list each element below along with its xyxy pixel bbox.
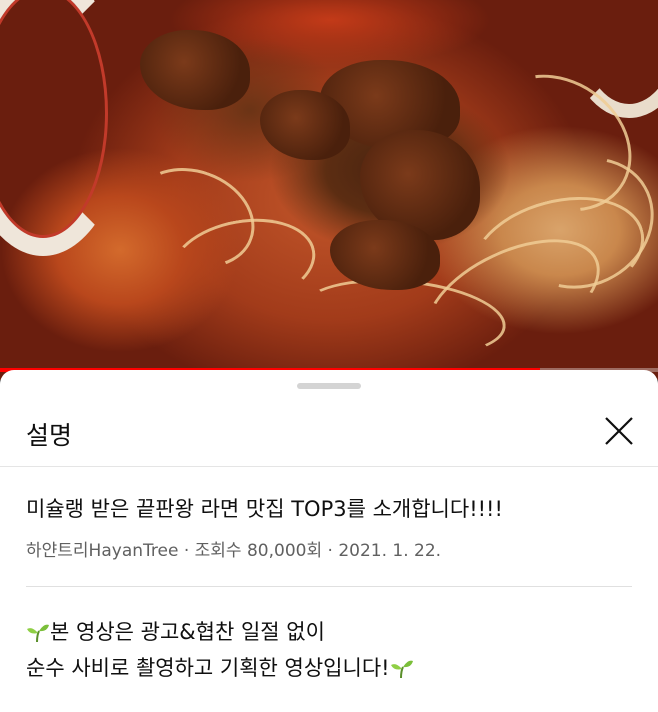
sprout-icon — [27, 624, 49, 643]
description-sheet: 설명 미슐랭 받은 끝판왕 라면 맛집 TOP3를 소개합니다!!!! 하얀트리… — [0, 370, 658, 712]
description-line-text: 순수 사비로 촬영하고 기획한 영상입니다! — [26, 656, 390, 680]
video-meta: 하얀트리HayanTree · 조회수 80,000회 · 2021. 1. 2… — [26, 536, 636, 561]
upload-date: 2021. 1. 22. — [338, 541, 442, 561]
drag-handle[interactable] — [297, 383, 361, 389]
description-line: 본 영상은 광고&협찬 일절 없이 — [26, 614, 636, 650]
sheet-header: 설명 — [0, 400, 658, 467]
description-line-text: 본 영상은 광고&협찬 일절 없이 — [50, 620, 325, 644]
video-player[interactable] — [0, 0, 658, 380]
close-button[interactable] — [600, 412, 638, 450]
video-info: 미슐랭 받은 끝판왕 라면 맛집 TOP3를 소개합니다!!!! 하얀트리Hay… — [26, 494, 636, 561]
bowl-rim-left — [0, 0, 126, 256]
description-line: 순수 사비로 촬영하고 기획한 영상입니다! — [26, 650, 636, 686]
meat-slice — [260, 90, 350, 160]
sprout-icon — [390, 660, 413, 679]
meat-slice — [330, 220, 440, 290]
meta-separator: · — [327, 541, 333, 561]
video-title: 미슐랭 받은 끝판왕 라면 맛집 TOP3를 소개합니다!!!! — [26, 497, 503, 521]
view-count: 조회수 80,000회 — [194, 541, 323, 561]
channel-name[interactable]: 하얀트리HayanTree — [26, 541, 178, 561]
close-icon — [605, 417, 633, 445]
meta-separator: · — [183, 541, 190, 561]
meat-slice — [140, 30, 250, 110]
description-text: 본 영상은 광고&협찬 일절 없이 순수 사비로 촬영하고 기획한 영상입니다! — [26, 614, 636, 686]
divider — [26, 586, 632, 587]
sheet-title: 설명 — [26, 421, 73, 450]
